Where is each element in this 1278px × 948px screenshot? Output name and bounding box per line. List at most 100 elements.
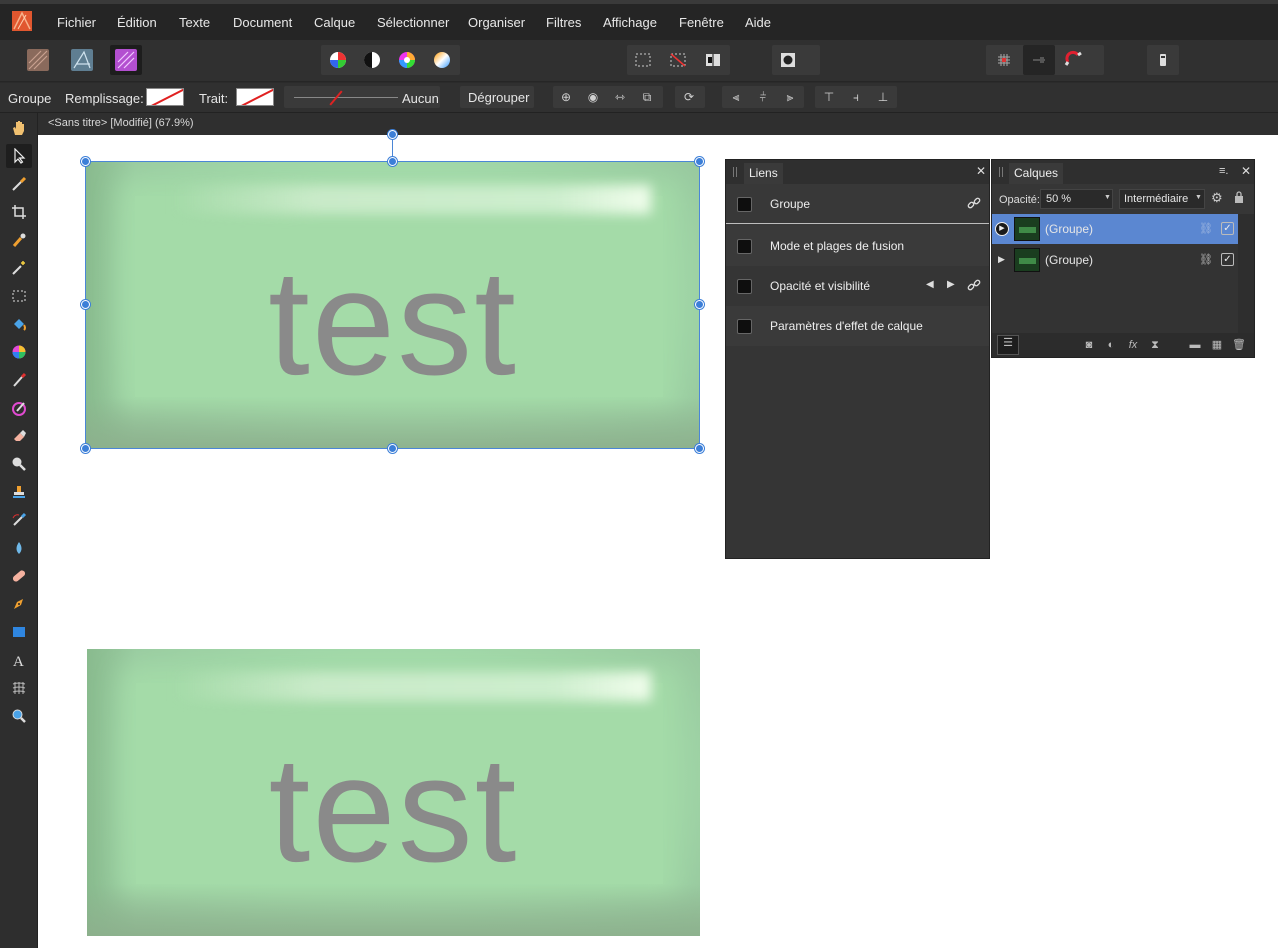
- layers-stack-icon[interactable]: ☰: [997, 335, 1019, 355]
- transform-origin-icon[interactable]: ⊕: [556, 88, 576, 106]
- live-filter-icon[interactable]: ⧗: [1148, 338, 1162, 352]
- menu-edition[interactable]: Édition: [117, 15, 157, 30]
- menu-aide[interactable]: Aide: [745, 15, 771, 30]
- clone-stamp-tool-icon[interactable]: [6, 480, 32, 504]
- erase-tool-icon[interactable]: [6, 424, 32, 448]
- liquify-persona-icon[interactable]: [66, 45, 98, 75]
- handle-top-right[interactable]: [695, 157, 704, 166]
- stroke-swatch[interactable]: [236, 88, 274, 106]
- black-white-icon[interactable]: [356, 45, 388, 75]
- folder-icon[interactable]: ▬: [1188, 338, 1202, 352]
- flood-fill-tool-icon[interactable]: [6, 312, 32, 336]
- gear-icon[interactable]: ⚙: [1211, 191, 1223, 204]
- align-middle-icon[interactable]: ⫞: [846, 88, 866, 106]
- link-chain-icon[interactable]: ⛓: [1199, 253, 1213, 266]
- selection-brush-tool-icon[interactable]: [6, 228, 32, 252]
- gradient-tool-icon[interactable]: [6, 340, 32, 364]
- handle-top-center[interactable]: [388, 157, 397, 166]
- levels-icon[interactable]: [322, 45, 354, 75]
- marquee-tool-icon[interactable]: [6, 284, 32, 308]
- fill-swatch[interactable]: [146, 88, 184, 106]
- align-left-icon[interactable]: ⫷: [726, 88, 746, 106]
- ungroup-button[interactable]: Dégrouper: [460, 86, 534, 108]
- develop-persona-icon[interactable]: [110, 45, 142, 75]
- handle-bottom-right[interactable]: [695, 444, 704, 453]
- layers-scrollbar[interactable]: [1238, 214, 1254, 336]
- expand-arrow-icon[interactable]: ▶: [998, 254, 1005, 265]
- zoom-tool-icon[interactable]: [6, 704, 32, 728]
- grid-icon[interactable]: [988, 45, 1020, 75]
- prev-arrow-icon[interactable]: ◀: [926, 279, 934, 290]
- visibility-checkbox[interactable]: ✓: [1221, 253, 1234, 266]
- mesh-warp-tool-icon[interactable]: [6, 676, 32, 700]
- magic-wand-tool-icon[interactable]: [6, 256, 32, 280]
- layer-row[interactable]: ▶ (Groupe) ⛓ ✓: [992, 245, 1238, 275]
- color-picker-tool-icon[interactable]: [6, 172, 32, 196]
- menu-fenetre[interactable]: Fenêtre: [679, 15, 724, 30]
- deselect-icon[interactable]: [662, 45, 694, 75]
- menu-calque[interactable]: Calque: [314, 15, 355, 30]
- white-balance-icon[interactable]: [426, 45, 458, 75]
- close-icon[interactable]: ✕: [976, 164, 986, 178]
- privacy-icon[interactable]: [1147, 45, 1179, 75]
- blur-brush-tool-icon[interactable]: [6, 536, 32, 560]
- blend-mode-select[interactable]: Intermédiaire ▼: [1119, 189, 1205, 209]
- next-arrow-icon[interactable]: ▶: [947, 279, 955, 290]
- invert-selection-icon[interactable]: [697, 45, 729, 75]
- menu-fichier[interactable]: Fichier: [57, 15, 96, 30]
- panel-menu-icon[interactable]: ≡.: [1219, 165, 1228, 177]
- layer-row-selected[interactable]: ▶ (Groupe) ⛓ ✓: [992, 214, 1238, 244]
- tab-calques[interactable]: Calques: [1009, 163, 1064, 184]
- align-bottom-icon[interactable]: ⊥: [873, 88, 893, 106]
- link-checkbox[interactable]: [737, 239, 752, 254]
- undo-brush-tool-icon[interactable]: [6, 508, 32, 532]
- menu-selectionner[interactable]: Sélectionner: [377, 15, 449, 30]
- crop-tool-icon[interactable]: [6, 200, 32, 224]
- photo-persona-icon[interactable]: [22, 45, 54, 75]
- rotate-icon[interactable]: ⟳: [679, 88, 699, 106]
- panel-grip-icon[interactable]: [733, 167, 737, 177]
- color-replacement-tool-icon[interactable]: [6, 396, 32, 420]
- tab-liens[interactable]: Liens: [744, 163, 783, 184]
- align-center-icon[interactable]: ⫩: [753, 88, 773, 106]
- adjustment-icon[interactable]: ◐: [1104, 338, 1118, 352]
- link-checkbox[interactable]: [737, 279, 752, 294]
- stroke-style-selector[interactable]: Aucun: [284, 86, 440, 108]
- link-chain-icon[interactable]: ⛓: [1199, 222, 1213, 235]
- menu-filtres[interactable]: Filtres: [546, 15, 581, 30]
- bottom-group-object[interactable]: test: [87, 649, 700, 936]
- rectangle-tool-icon[interactable]: [6, 620, 32, 644]
- visibility-checkbox[interactable]: ✓: [1221, 222, 1234, 235]
- link-row-opacite[interactable]: Opacité et visibilité ◀ ▶: [726, 266, 989, 306]
- menu-document[interactable]: Document: [233, 15, 292, 30]
- menu-organiser[interactable]: Organiser: [468, 15, 525, 30]
- hand-tool-icon[interactable]: [6, 116, 32, 140]
- handle-middle-left[interactable]: [81, 300, 90, 309]
- pixel-layer-icon[interactable]: ▦: [1210, 338, 1224, 352]
- expand-arrow-icon[interactable]: ▶: [995, 222, 1009, 236]
- handle-top-left[interactable]: [81, 157, 90, 166]
- select-all-icon[interactable]: [627, 45, 659, 75]
- healing-brush-tool-icon[interactable]: [6, 564, 32, 588]
- link-row-fusion[interactable]: Mode et plages de fusion: [726, 226, 989, 266]
- opacity-field[interactable]: 50 % ▼: [1040, 189, 1113, 209]
- link-checkbox[interactable]: [737, 197, 752, 212]
- align-right-icon[interactable]: ⫸: [780, 88, 800, 106]
- hsl-icon[interactable]: [391, 45, 423, 75]
- link-checkbox[interactable]: [737, 319, 752, 334]
- artistic-text-tool-icon[interactable]: A: [6, 648, 32, 672]
- rotation-handle[interactable]: [388, 130, 397, 139]
- menu-texte[interactable]: Texte: [179, 15, 210, 30]
- link-chain-icon[interactable]: [967, 278, 981, 295]
- fx-icon[interactable]: fx: [1126, 338, 1140, 352]
- dodge-tool-icon[interactable]: [6, 452, 32, 476]
- move-tool-icon[interactable]: [6, 144, 32, 168]
- handle-bottom-left[interactable]: [81, 444, 90, 453]
- link-row-effets[interactable]: Paramètres d'effet de calque: [726, 306, 989, 346]
- panel-grip-icon[interactable]: [999, 167, 1003, 177]
- handle-middle-right[interactable]: [695, 300, 704, 309]
- snapping-magnet-icon[interactable]: [1058, 45, 1090, 75]
- quick-mask-icon[interactable]: [772, 45, 804, 75]
- distribute-icon[interactable]: ⇿: [610, 88, 630, 106]
- trash-icon[interactable]: 🗑: [1232, 338, 1246, 352]
